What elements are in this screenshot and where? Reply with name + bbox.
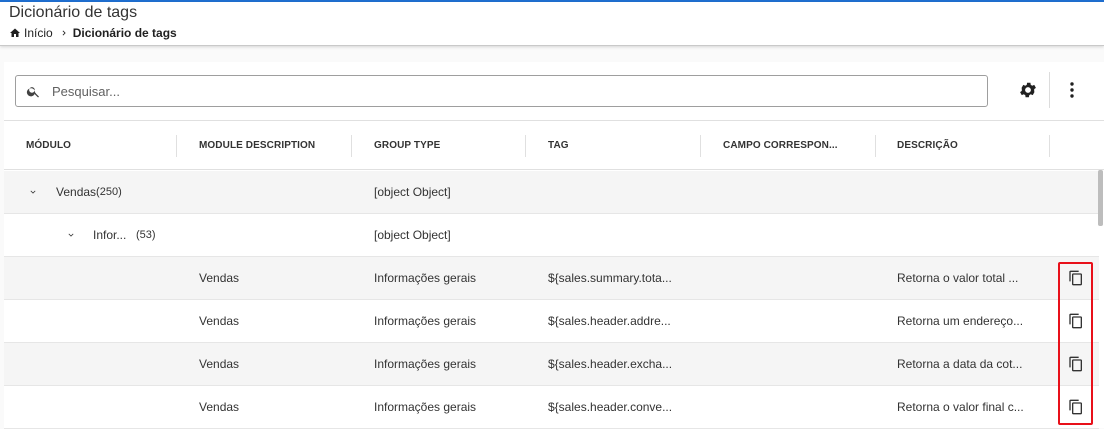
column-resize-handle[interactable] xyxy=(525,135,526,157)
group-type-cell: Informações gerais xyxy=(374,314,477,328)
gear-icon xyxy=(1020,82,1036,98)
table-header: MÓDULO MODULE DESCRIPTION GROUP TYPE TAG… xyxy=(4,120,1104,170)
table-row[interactable]: Vendas Informações gerais ${sales.summar… xyxy=(4,257,1099,300)
page-title: Dicionário de tags xyxy=(9,4,138,21)
campo-cell xyxy=(723,343,863,385)
column-resize-handle[interactable] xyxy=(351,135,352,157)
group-name: Vendas xyxy=(56,185,97,199)
search-input[interactable] xyxy=(52,81,972,101)
module-description-cell: Vendas xyxy=(199,400,240,414)
column-header-tag[interactable]: TAG xyxy=(548,121,698,170)
group-label: Vendas (250) xyxy=(56,171,176,213)
breadcrumb-current: Dicionário de tags xyxy=(72,26,177,40)
home-icon[interactable] xyxy=(9,27,21,39)
chevron-right-icon xyxy=(62,30,66,36)
settings-button[interactable] xyxy=(1016,78,1040,102)
descricao-cell: Retorna o valor final c... xyxy=(897,400,1024,414)
group-type-cell: Informações gerais xyxy=(374,357,477,371)
group-type-cell: Informações gerais xyxy=(374,271,477,285)
search-box[interactable] xyxy=(15,75,988,107)
module-description-cell: Vendas xyxy=(199,271,240,285)
group-row-vendas[interactable]: Vendas (250) [object Object] xyxy=(4,171,1099,214)
campo-cell xyxy=(723,386,863,428)
column-resize-handle[interactable] xyxy=(1049,135,1050,157)
tag-cell: ${sales.summary.tota... xyxy=(548,271,672,285)
subgroup-toggle[interactable] xyxy=(66,214,80,256)
group-type-cell: Informações gerais xyxy=(374,400,477,414)
more-options-button[interactable] xyxy=(1062,79,1082,101)
tag-cell: ${sales.header.excha... xyxy=(548,357,673,371)
column-resize-handle[interactable] xyxy=(875,135,876,157)
breadcrumb-home-link[interactable]: Início xyxy=(24,26,53,40)
column-header-modulo[interactable]: MÓDULO xyxy=(26,121,176,170)
module-description-cell: Vendas xyxy=(199,357,240,371)
table-row[interactable]: Vendas Informações gerais ${sales.header… xyxy=(4,386,1099,429)
tag-cell: ${sales.header.conve... xyxy=(548,400,673,414)
descricao-cell: Retorna um endereço... xyxy=(897,314,1024,328)
column-header-group-type[interactable]: GROUP TYPE xyxy=(374,121,524,170)
subgroup-name: Infor... xyxy=(93,228,127,242)
breadcrumb: Início Dicionário de tags xyxy=(9,26,177,40)
chevron-down-icon xyxy=(68,233,74,237)
group-type-cell: [object Object] xyxy=(374,228,451,242)
column-resize-handle[interactable] xyxy=(700,135,701,157)
tag-dictionary-panel: MÓDULO MODULE DESCRIPTION GROUP TYPE TAG… xyxy=(4,62,1104,429)
table-row[interactable]: Vendas Informações gerais ${sales.header… xyxy=(4,343,1099,386)
column-header-campo-correspondente[interactable]: CAMPO CORRESPON... xyxy=(723,121,853,170)
group-type-cell: [object Object] xyxy=(374,185,451,199)
campo-cell xyxy=(723,300,863,342)
descricao-cell: Retorna o valor total ... xyxy=(897,271,1019,285)
search-icon xyxy=(26,87,39,98)
copy-column-highlight xyxy=(1058,262,1093,425)
descricao-cell: Retorna a data da cot... xyxy=(897,357,1023,371)
table-scrollbar[interactable] xyxy=(1098,170,1103,226)
subgroup-count: (53) xyxy=(136,229,156,241)
chevron-down-icon xyxy=(30,190,36,194)
subgroup-row[interactable]: Infor... (53) [object Object] xyxy=(4,214,1099,257)
tag-cell: ${sales.header.addre... xyxy=(548,314,671,328)
campo-cell xyxy=(723,257,863,299)
column-resize-handle[interactable] xyxy=(176,135,177,157)
module-description-cell: Vendas xyxy=(199,314,240,328)
more-vertical-icon xyxy=(1070,82,1074,98)
group-toggle[interactable] xyxy=(28,171,42,213)
page-header: Dicionário de tags Início Dicionário de … xyxy=(0,2,1104,46)
table-row[interactable]: Vendas Informações gerais ${sales.header… xyxy=(4,300,1099,343)
group-count: (250) xyxy=(96,186,122,198)
column-header-descricao[interactable]: DESCRIÇÃO xyxy=(897,121,1047,170)
column-header-module-description[interactable]: MODULE DESCRIPTION xyxy=(199,121,349,170)
toolbar-divider xyxy=(1049,72,1050,108)
